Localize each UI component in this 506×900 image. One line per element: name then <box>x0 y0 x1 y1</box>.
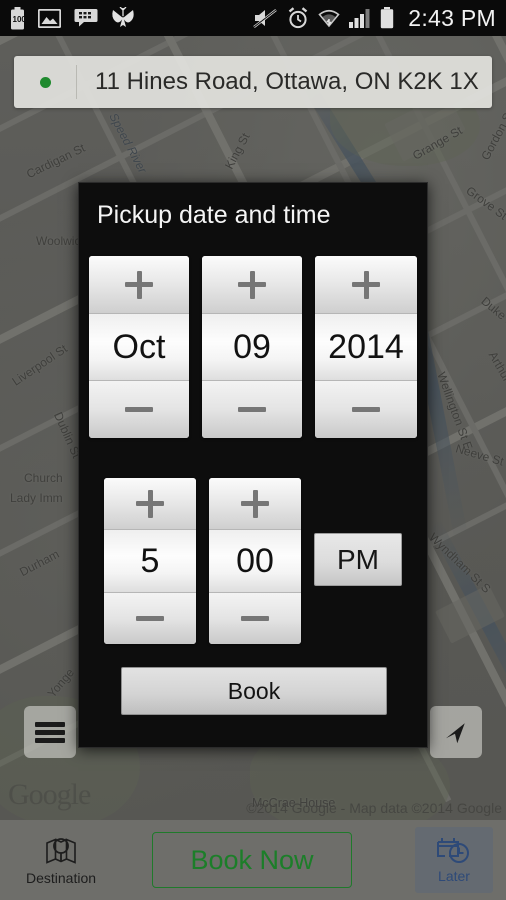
plus-icon <box>238 270 266 299</box>
cellular-signal-icon <box>349 9 370 28</box>
year-spinner: 2014 <box>315 256 417 438</box>
ampm-toggle-button[interactable]: PM <box>314 533 402 586</box>
bbm-message-icon <box>74 9 98 27</box>
wifi-icon <box>318 9 340 28</box>
day-decrement-button[interactable] <box>202 380 302 438</box>
map-menu-button[interactable] <box>24 706 76 758</box>
pickup-address-bar[interactable]: 11 Hines Road, Ottawa, ON K2K 1X <box>14 56 492 108</box>
butterfly-app-icon <box>112 6 134 27</box>
hour-value[interactable]: 5 <box>104 530 196 592</box>
minus-icon <box>136 605 164 633</box>
destination-button[interactable]: Destination <box>0 820 122 900</box>
minute-spinner: 00 <box>209 478 301 644</box>
calendar-clock-icon <box>437 838 469 863</box>
alarm-clock-icon <box>288 7 308 29</box>
minus-icon <box>241 605 269 633</box>
month-increment-button[interactable] <box>89 256 189 314</box>
minute-value[interactable]: 00 <box>209 530 301 592</box>
dialog-title: Pickup date and time <box>97 201 331 229</box>
mute-icon <box>253 8 277 28</box>
later-button[interactable]: Later <box>415 827 493 893</box>
status-clock: 2:43 PM <box>408 4 496 31</box>
hour-increment-button[interactable] <box>104 478 196 530</box>
navigation-arrow-icon <box>446 723 465 744</box>
time-picker-row: 5 00 PM <box>79 478 427 644</box>
address-text[interactable]: 11 Hines Road, Ottawa, ON K2K 1X <box>77 68 492 96</box>
month-decrement-button[interactable] <box>89 380 189 438</box>
plus-icon <box>241 489 269 518</box>
hour-spinner: 5 <box>104 478 196 644</box>
day-increment-button[interactable] <box>202 256 302 314</box>
year-decrement-button[interactable] <box>315 380 417 438</box>
plus-icon <box>136 489 164 518</box>
pickup-datetime-dialog: Pickup date and time Oct 09 2014 5 00 PM… <box>78 182 428 748</box>
book-now-label: Book Now <box>190 844 314 875</box>
month-spinner: Oct <box>89 256 189 438</box>
bottom-action-bar: Destination Book Now Later <box>0 820 506 900</box>
plus-icon <box>125 270 153 299</box>
gallery-image-icon <box>38 8 61 28</box>
my-location-button[interactable] <box>430 706 482 758</box>
status-bar: 100 2:43 PM <box>0 0 506 36</box>
status-left-icons: 100 <box>10 6 135 30</box>
minute-decrement-button[interactable] <box>209 592 301 644</box>
minus-icon <box>352 396 380 424</box>
minute-increment-button[interactable] <box>209 478 301 530</box>
destination-label: Destination <box>25 869 97 886</box>
year-increment-button[interactable] <box>315 256 417 314</box>
address-dot-wrap <box>14 76 76 88</box>
hamburger-menu-icon <box>35 719 65 746</box>
minus-icon <box>238 396 266 424</box>
plus-icon <box>352 270 380 299</box>
month-value[interactable]: Oct <box>89 314 189 380</box>
status-right-icons: 2:43 PM <box>253 5 496 32</box>
battery-status-icon <box>381 7 394 29</box>
day-spinner: 09 <box>202 256 302 438</box>
map-pin-icon <box>46 837 76 864</box>
pickup-location-dot-icon <box>39 76 51 88</box>
hour-decrement-button[interactable] <box>104 592 196 644</box>
battery-icon: 100 <box>10 6 26 30</box>
later-label: Later <box>438 868 470 884</box>
phone-screen: Cardigan St Speed River King St Grange St Go… <box>0 0 506 900</box>
book-button[interactable]: Book <box>121 667 387 715</box>
battery-level-text: 100 <box>12 14 26 24</box>
minus-icon <box>125 396 153 424</box>
date-picker-row: Oct 09 2014 <box>79 256 427 438</box>
day-value[interactable]: 09 <box>202 314 302 380</box>
year-value[interactable]: 2014 <box>315 314 417 380</box>
book-now-button[interactable]: Book Now <box>152 832 352 888</box>
